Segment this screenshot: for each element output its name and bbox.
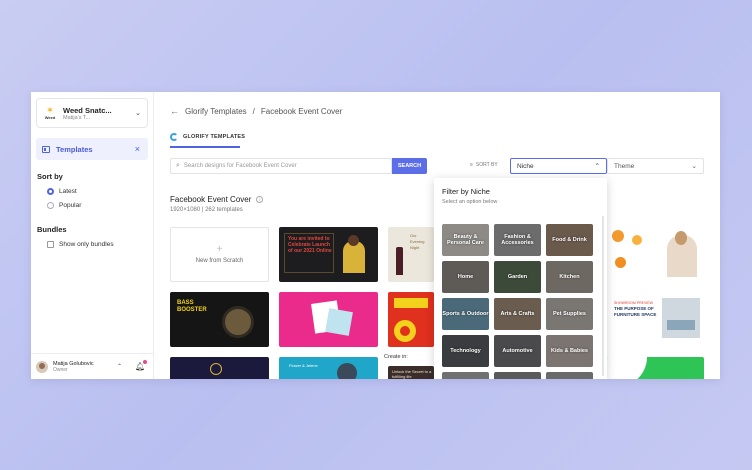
sort-by-label: ≡ SORT BY xyxy=(470,162,498,168)
main-content: ← Glorify Templates / Facebook Event Cov… xyxy=(154,92,720,379)
breadcrumb: ← Glorify Templates / Facebook Event Cov… xyxy=(170,106,342,116)
create-in-label: Create in: xyxy=(384,354,408,360)
template-card[interactable]: BASS BOOSTER xyxy=(170,292,269,347)
user-role: Owner xyxy=(53,366,68,373)
niche-option[interactable] xyxy=(442,372,489,379)
templates-icon xyxy=(42,145,50,153)
niche-option[interactable]: Garden xyxy=(494,261,541,293)
dropdown-subtitle: Select an option below xyxy=(442,199,498,205)
sort-option-popular[interactable]: Popular xyxy=(47,202,153,209)
glorify-logo-icon xyxy=(170,133,178,141)
sidebar-item-templates[interactable]: Templates × xyxy=(36,138,148,160)
niche-option[interactable]: Sports & Outdoor xyxy=(442,298,489,330)
checkbox-icon[interactable] xyxy=(47,241,54,248)
niche-option[interactable]: Pet Supplies xyxy=(546,298,593,330)
notification-dot xyxy=(143,360,147,364)
niche-option[interactable]: Beauty & Personal Care xyxy=(442,224,489,256)
niche-select-value: Niche xyxy=(517,162,534,170)
section-title-text: Facebook Event Cover xyxy=(170,195,252,204)
niche-option[interactable]: Kitchen xyxy=(546,261,593,293)
card-text: Flower & Jelene xyxy=(289,363,318,368)
sort-by-text: SORT BY xyxy=(475,162,498,168)
niche-option[interactable] xyxy=(546,372,593,379)
niche-option[interactable]: Fashion & Accessories xyxy=(494,224,541,256)
sidebar: ✶ Weed Weed Snatc... Matija's T... ⌄ Tem… xyxy=(31,92,154,379)
niche-option[interactable]: Home xyxy=(442,261,489,293)
template-card[interactable] xyxy=(279,292,378,347)
show-bundles-option[interactable]: Show only bundles xyxy=(47,241,153,248)
card-text: BASS BOOSTER xyxy=(177,300,207,313)
new-from-scratch-card[interactable]: + New from Scratch xyxy=(170,227,269,282)
chevron-down-icon[interactable]: ⌄ xyxy=(135,109,141,117)
radio-icon[interactable] xyxy=(47,202,54,209)
create-in-text: Create in: xyxy=(384,354,408,360)
niche-option[interactable]: Arts & Crafts xyxy=(494,298,541,330)
sort-option-latest[interactable]: Latest xyxy=(47,188,153,195)
chevron-down-icon: ⌄ xyxy=(691,163,697,170)
card-text: Unlock the Secret to a fulfilling life xyxy=(392,369,432,379)
chevron-up-icon: ⌃ xyxy=(594,163,600,170)
tab-underline xyxy=(170,146,240,148)
niche-option[interactable]: Technology xyxy=(442,335,489,367)
template-card[interactable] xyxy=(607,227,704,282)
sort-option-label: Popular xyxy=(59,202,82,209)
card-text: Our Evening Night xyxy=(410,233,425,250)
dropdown-title: Filter by Niche xyxy=(442,187,490,196)
card-text: You are invited to Celebrate Launch of o… xyxy=(288,236,332,254)
niche-dropdown: Filter by Niche Select an option below B… xyxy=(434,178,607,379)
template-card[interactable] xyxy=(607,357,704,379)
user-bar[interactable]: Matija Golubovic Owner ⌃ 🔔︎ xyxy=(31,353,153,379)
workspace-sub: Matija's T... xyxy=(63,114,91,121)
avatar xyxy=(36,360,48,373)
template-card[interactable]: Unlock the Secret to a fulfilling life xyxy=(388,366,434,379)
template-card[interactable]: Our Evening Night xyxy=(388,227,434,282)
workspace-name: Weed Snatc... xyxy=(63,105,112,115)
template-card[interactable] xyxy=(170,357,269,379)
sort-option-label: Latest xyxy=(59,188,77,195)
template-card[interactable] xyxy=(388,292,434,347)
tab-glorify-templates[interactable]: GLORIFY TEMPLATES xyxy=(170,133,245,141)
search-button[interactable]: SEARCH xyxy=(392,158,427,174)
leaf-icon: ✶ xyxy=(46,105,54,115)
workspace-logo: ✶ Weed xyxy=(42,104,58,122)
bundles-option-label: Show only bundles xyxy=(59,241,114,248)
sidebar-item-label: Templates xyxy=(56,144,93,154)
workspace-logo-text: Weed xyxy=(44,115,56,120)
niche-option[interactable]: Food & Drink xyxy=(546,224,593,256)
close-icon[interactable]: × xyxy=(135,144,140,154)
search-icon: ⌕ xyxy=(176,162,180,169)
card-text: THE PURPOSE OF FURNITURE SPACE xyxy=(614,306,657,317)
tab-label: GLORIFY TEMPLATES xyxy=(183,134,246,140)
dropdown-scrollbar[interactable] xyxy=(602,216,604,376)
theme-select-value: Theme xyxy=(614,162,635,170)
breadcrumb-root[interactable]: Glorify Templates xyxy=(185,107,247,116)
template-card[interactable]: Flower & Jelene xyxy=(279,357,378,379)
bundles-heading: Bundles xyxy=(37,225,67,234)
chevron-up-icon[interactable]: ⌃ xyxy=(117,363,122,370)
niche-option[interactable] xyxy=(494,372,541,379)
breadcrumb-separator: / xyxy=(252,106,255,116)
info-icon[interactable]: i xyxy=(256,196,264,203)
template-card[interactable]: SHOWROOM PREVIEW THE PURPOSE OF FURNITUR… xyxy=(607,292,704,347)
section-title: Facebook Event Cover i xyxy=(170,195,264,204)
theme-select[interactable]: Theme ⌄ xyxy=(607,158,704,174)
app-window: ✶ Weed Weed Snatc... Matija's T... ⌄ Tem… xyxy=(31,92,720,379)
niche-option[interactable]: Kids & Babies xyxy=(546,335,593,367)
niche-option[interactable]: Automotive xyxy=(494,335,541,367)
new-card-label: New from Scratch xyxy=(195,258,244,264)
template-card[interactable]: You are invited to Celebrate Launch of o… xyxy=(279,227,378,282)
niche-select[interactable]: Niche ⌃ xyxy=(510,158,607,174)
back-arrow-icon[interactable]: ← xyxy=(170,106,179,116)
search-input[interactable]: ⌕ Search designs for Facebook Event Cove… xyxy=(170,158,392,174)
breadcrumb-current: Facebook Event Cover xyxy=(260,106,343,116)
workspace-switcher[interactable]: ✶ Weed Weed Snatc... Matija's T... ⌄ xyxy=(36,98,148,128)
sort-icon: ≡ xyxy=(470,162,473,168)
sort-heading: Sort by xyxy=(37,172,63,181)
radio-selected-icon[interactable] xyxy=(47,188,54,195)
plus-icon: + xyxy=(216,244,223,255)
search-placeholder: Search designs for Facebook Event Cover xyxy=(183,163,297,169)
section-subtitle: 1920×1080 | 262 templates xyxy=(170,207,243,213)
